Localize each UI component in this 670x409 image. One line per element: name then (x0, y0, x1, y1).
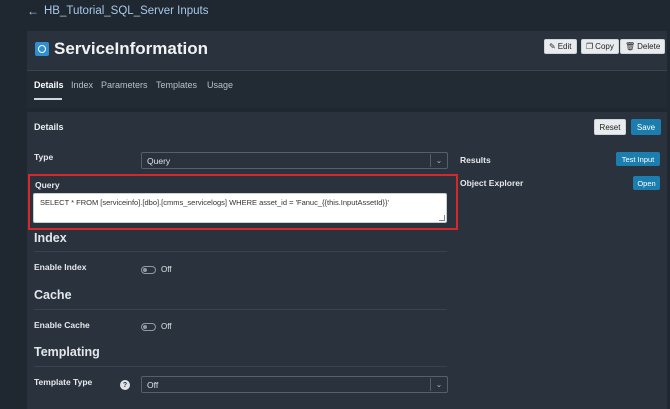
page-header: ServiceInformation ✎ Edit ❐ Copy 🗑 Delet… (27, 31, 667, 70)
cache-section-title: Cache (34, 288, 72, 302)
tab-details[interactable]: Details (34, 80, 64, 90)
details-section-title: Details (34, 122, 64, 132)
template-type-value: Off (147, 379, 159, 390)
template-type-label: Template Type (34, 377, 93, 387)
open-button[interactable]: Open (633, 176, 660, 190)
template-type-select[interactable]: Off ⌄ (141, 376, 448, 393)
back-link[interactable]: ← HB_Tutorial_SQL_Server Inputs (27, 4, 209, 18)
enable-cache-state: Off (161, 322, 172, 331)
index-section-title: Index (34, 231, 67, 245)
delete-button[interactable]: 🗑 Delete (620, 39, 666, 54)
delete-button-label: Delete (637, 42, 661, 51)
type-label: Type (34, 152, 54, 162)
tab-parameters[interactable]: Parameters (101, 80, 148, 90)
tab-templates[interactable]: Templates (156, 80, 197, 90)
toggle-switch-icon[interactable] (141, 265, 156, 274)
enable-cache-toggle[interactable]: Off (141, 322, 172, 331)
chevron-down-icon: ⌄ (430, 378, 447, 391)
chevron-down-icon: ⌄ (430, 154, 447, 167)
back-link-label: HB_Tutorial_SQL_Server Inputs (44, 5, 209, 17)
copy-button[interactable]: ❐ Copy (581, 39, 619, 54)
reset-button[interactable]: Reset (594, 119, 626, 135)
pencil-icon: ✎ (549, 42, 556, 51)
type-select-value: Query (147, 155, 171, 166)
object-explorer-label: Object Explorer (460, 178, 524, 188)
enable-index-toggle[interactable]: Off (141, 265, 172, 274)
test-input-button[interactable]: Test Input (616, 152, 660, 166)
active-tab-indicator (34, 98, 62, 100)
resize-handle-icon[interactable] (439, 215, 445, 221)
trash-icon: 🗑 (625, 42, 636, 51)
type-select[interactable]: Query ⌄ (141, 152, 448, 169)
query-label: Query (35, 180, 60, 190)
copy-button-label: Copy (595, 42, 614, 51)
copy-icon: ❐ (586, 42, 594, 51)
edit-button[interactable]: ✎ Edit (544, 39, 577, 54)
enable-cache-label: Enable Cache (34, 320, 90, 330)
page-title: ServiceInformation (54, 39, 208, 58)
results-label: Results (460, 155, 491, 165)
tab-bar: Details Index Parameters Templates Usage (27, 70, 667, 108)
cache-divider (34, 309, 447, 310)
enable-index-state: Off (161, 265, 172, 274)
help-icon[interactable]: ? (120, 380, 130, 390)
index-divider (34, 251, 447, 252)
arrow-left-icon: ← (27, 4, 39, 18)
toggle-switch-icon[interactable] (141, 322, 156, 331)
tab-index[interactable]: Index (71, 80, 93, 90)
query-textarea[interactable]: SELECT * FROM [serviceinfo].[dbo].[cmms_… (33, 193, 447, 223)
query-highlight-box: Query SELECT * FROM [serviceinfo].[dbo].… (28, 174, 458, 230)
tab-usage[interactable]: Usage (207, 80, 233, 90)
edit-button-label: Edit (557, 42, 572, 51)
details-panel: Details Reset Save Type Query ⌄ Query SE… (27, 112, 667, 409)
templating-divider (34, 366, 447, 367)
app-icon (35, 42, 49, 56)
query-text: SELECT * FROM [serviceinfo].[dbo].[cmms_… (40, 198, 389, 207)
save-button[interactable]: Save (631, 119, 661, 135)
enable-index-label: Enable Index (34, 262, 87, 272)
templating-section-title: Templating (34, 345, 100, 359)
